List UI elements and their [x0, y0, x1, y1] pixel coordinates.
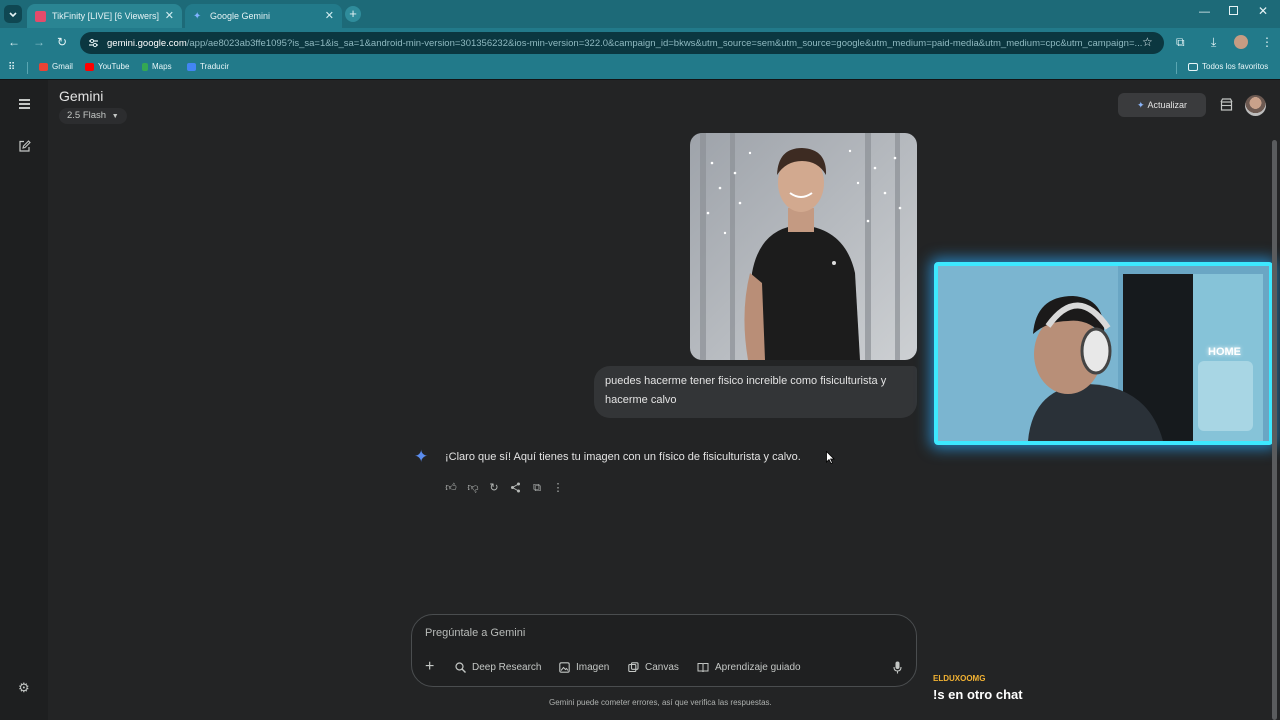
tool-deep-research[interactable]: Deep Research: [455, 662, 541, 673]
model-name: 2.5 Flash: [67, 110, 107, 121]
model-selector[interactable]: 2.5 Flash ▼: [59, 108, 127, 124]
folder-icon: [1188, 62, 1198, 71]
guided-learning-book-icon: [697, 663, 709, 673]
prompt-input[interactable]: Pregúntale a Gemini: [425, 627, 525, 639]
browser-toolbar: ← → ↻ gemini.google.com /app/ae8023ab3ff…: [0, 28, 1280, 57]
tab-search-button[interactable]: [4, 5, 22, 23]
url-host: gemini.google.com: [107, 37, 187, 49]
app-title: Gemini: [59, 88, 104, 104]
microphone-icon[interactable]: [893, 661, 902, 679]
tab-title: TikFinity [LIVE] [6 Viewers]: [52, 11, 160, 21]
thumbs-up-icon[interactable]: 👍︎: [445, 482, 457, 494]
page-scrollbar[interactable]: [1272, 140, 1277, 720]
all-bookmarks-folder[interactable]: Todos los favoritos: [1188, 62, 1268, 71]
tikfinity-favicon-icon: [35, 10, 46, 22]
uploaded-photo[interactable]: [690, 133, 917, 360]
tab-tikfinity[interactable]: TikFinity [LIVE] [6 Viewers] ✕: [27, 4, 182, 28]
gemini-favicon-icon: ✦: [193, 10, 202, 22]
settings-gear-icon[interactable]: ⚙: [18, 680, 30, 696]
chat-overlay-message: !s en otro chat: [933, 687, 1023, 702]
chevron-down-icon: [9, 12, 17, 18]
thumbs-down-icon[interactable]: 👎︎: [467, 482, 479, 494]
user-prompt-text: puedes hacerme tener fisico increible co…: [605, 375, 887, 406]
chat-overlay-username: ELDUXOOMG: [933, 674, 986, 683]
add-attachment-icon[interactable]: +: [425, 658, 434, 676]
upgrade-button[interactable]: ✦ Actualizar: [1118, 93, 1206, 117]
back-arrow-icon[interactable]: ←: [8, 36, 20, 48]
apps-grid-icon[interactable]: ⠿: [8, 62, 15, 73]
webcam-overlay: HOME: [934, 262, 1273, 445]
mouse-cursor-icon: [826, 450, 835, 469]
gemini-spark-icon: ✦: [1136, 100, 1145, 110]
close-window-icon[interactable]: ✕: [1258, 4, 1268, 18]
new-tab-button[interactable]: +: [345, 6, 361, 22]
reload-icon[interactable]: ↻: [57, 36, 67, 48]
new-chat-icon[interactable]: [18, 140, 31, 158]
bookmarks-divider: [27, 62, 28, 74]
close-tab-icon[interactable]: ✕: [165, 9, 174, 22]
menu-kebab-icon[interactable]: ⋮: [1261, 36, 1273, 48]
tool-imagen[interactable]: Imagen: [559, 662, 609, 673]
image-icon: [559, 662, 570, 673]
address-bar[interactable]: gemini.google.com /app/ae8023ab3ffe1095?…: [80, 32, 1164, 54]
bookmark-maps[interactable]: Maps: [142, 62, 172, 71]
account-avatar[interactable]: [1245, 95, 1266, 116]
bookmark-traducir[interactable]: Traducir: [187, 62, 229, 71]
gmail-icon: [39, 62, 48, 71]
share-icon[interactable]: [509, 482, 521, 494]
maps-icon: [142, 62, 148, 71]
gemini-response-icon: ✦: [414, 447, 429, 466]
tool-aprendizaje-guiado[interactable]: Aprendizaje guiado: [697, 662, 801, 673]
tab-title: Google Gemini: [210, 11, 271, 21]
deep-research-icon: [455, 662, 466, 673]
user-prompt-bubble: puedes hacerme tener fisico increible co…: [594, 366, 917, 418]
canvas-icon: [628, 662, 639, 673]
forward-arrow-icon[interactable]: →: [33, 36, 45, 48]
bookmark-gmail[interactable]: Gmail: [39, 62, 73, 71]
youtube-icon: [85, 62, 94, 71]
bookmarks-divider: [1176, 62, 1177, 74]
bookmark-youtube[interactable]: YouTube: [85, 62, 129, 71]
side-rail: ⚙: [0, 80, 48, 720]
url-path: /app/ae8023ab3ffe1095?is_sa=1&is_sa=1&an…: [186, 37, 1143, 49]
caret-down-icon: ▼: [111, 113, 119, 120]
menu-hamburger-icon[interactable]: [19, 99, 30, 111]
gemini-response-text: ¡Claro que sí! Aquí tienes tu imagen con…: [445, 451, 801, 463]
site-info-icon[interactable]: [88, 38, 99, 48]
profile-avatar[interactable]: [1234, 35, 1248, 49]
browser-tab-bar: TikFinity [LIVE] [6 Viewers] ✕ ✦ Google …: [0, 0, 1280, 28]
restore-icon[interactable]: [1229, 6, 1238, 15]
close-tab-icon[interactable]: ✕: [325, 9, 334, 22]
prompt-composer[interactable]: Pregúntale a Gemini + Deep Research Imag…: [411, 614, 917, 687]
tab-google-gemini[interactable]: ✦ Google Gemini ✕: [185, 4, 342, 28]
shop-icon[interactable]: [1220, 98, 1233, 116]
person-photo-image: [690, 133, 917, 360]
webcam-home-sign: HOME: [1208, 346, 1241, 358]
extensions-icon[interactable]: ⧉: [1176, 36, 1185, 48]
bookmarks-bar: ⠿ Gmail YouTube Maps Traducir Todos los …: [0, 57, 1280, 79]
download-icon[interactable]: ⤓: [1211, 36, 1216, 48]
minimize-icon[interactable]: —: [1199, 6, 1210, 18]
copy-icon[interactable]: ⧉: [531, 482, 543, 494]
regenerate-icon[interactable]: ↻: [488, 482, 500, 494]
translate-icon: [187, 62, 196, 71]
disclaimer-text: Gemini puede cometer errores, así que ve…: [549, 698, 772, 707]
bookmark-star-icon[interactable]: ☆: [1142, 36, 1153, 48]
tool-canvas[interactable]: Canvas: [628, 662, 679, 673]
more-options-icon[interactable]: ⋮: [552, 482, 564, 494]
